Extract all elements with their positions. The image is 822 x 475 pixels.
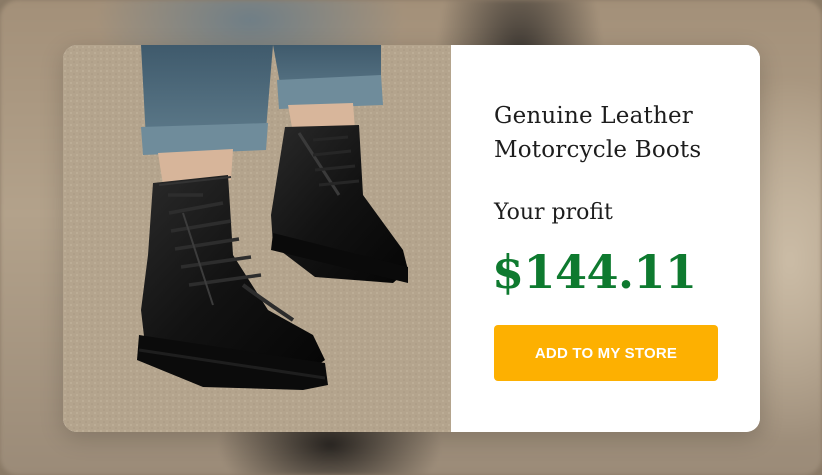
- profit-value: $144.11: [492, 245, 697, 299]
- product-title: Genuine Leather Motorcycle Boots: [494, 103, 702, 163]
- profit-label: Your profit: [494, 200, 613, 225]
- product-image: [63, 45, 451, 432]
- add-to-store-button[interactable]: ADD TO MY STORE: [494, 325, 718, 381]
- product-info-panel: Genuine Leather Motorcycle Boots Your pr…: [451, 45, 760, 432]
- boots-photo-illustration: [63, 45, 451, 432]
- product-card: Genuine Leather Motorcycle Boots Your pr…: [63, 45, 760, 432]
